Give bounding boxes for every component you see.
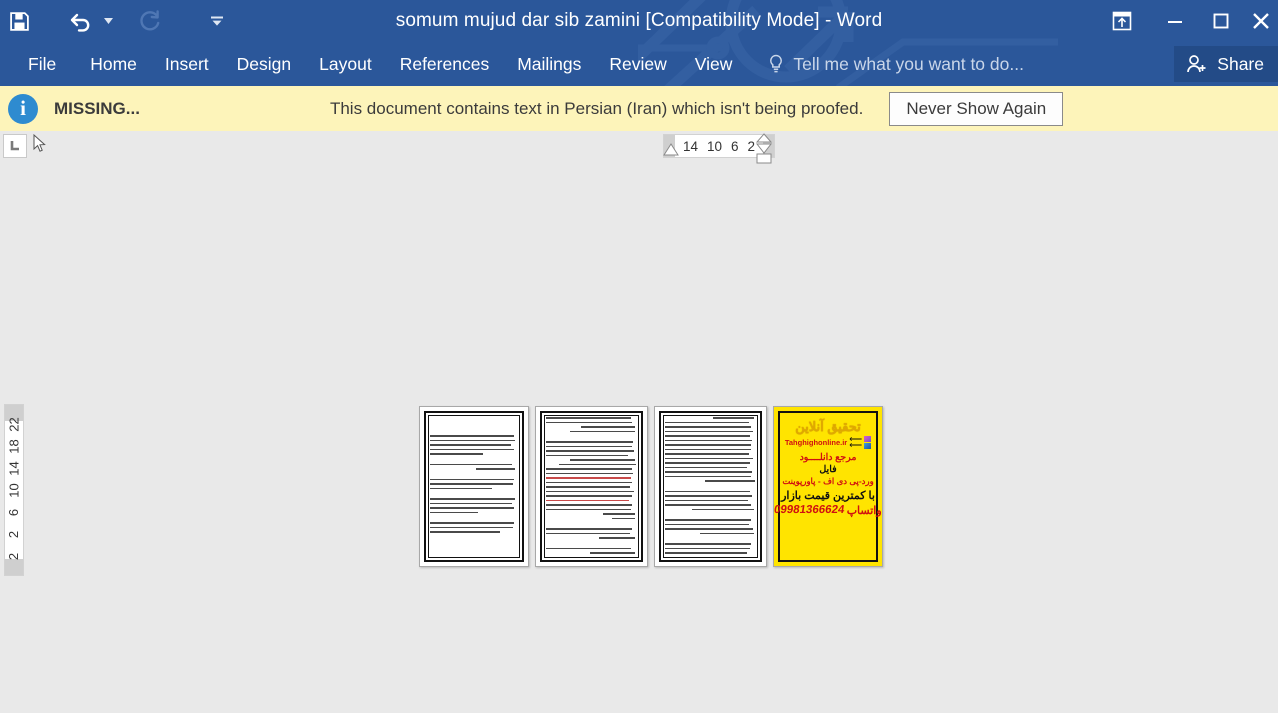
document-page-4[interactable]: تحقیق آنلاین Tahghighonline.ir ⟵ ⟵ مرجع د… <box>773 406 883 567</box>
tell-me-label: Tell me what you want to do... <box>793 53 1024 74</box>
vtick-5: 18 <box>6 438 22 454</box>
right-indent-markers[interactable] <box>755 132 773 166</box>
vtick-6: 22 <box>6 416 22 432</box>
ad-thumbnail-chips <box>864 435 872 449</box>
undo-dropdown-icon[interactable] <box>100 2 116 40</box>
mouse-cursor <box>33 134 46 152</box>
htick-2: 2 <box>747 138 756 154</box>
ribbon-tab-bar: File Home Insert Design Layout Reference… <box>0 42 1278 86</box>
first-line-indent-marker[interactable] <box>663 143 679 157</box>
share-button[interactable]: Share <box>1174 46 1278 82</box>
vtick-2: 6 <box>6 508 22 516</box>
tab-file[interactable]: File <box>0 42 76 86</box>
ad-logo-text: تحقیق آنلاین <box>795 419 861 434</box>
vtick-1: 2 <box>6 530 22 538</box>
word-window: somum mujud dar sib zamini [Compatibilit… <box>0 0 1278 713</box>
vtick-3: 10 <box>6 482 22 498</box>
never-show-again-button[interactable]: Never Show Again <box>889 91 1064 126</box>
minimize-button[interactable] <box>1152 0 1198 42</box>
vtick-0: 2 <box>6 552 22 560</box>
tab-layout[interactable]: Layout <box>305 42 386 86</box>
page-text-2 <box>546 417 637 558</box>
chip-b <box>864 442 872 449</box>
ad-line-2: فایل <box>819 463 837 475</box>
quick-access-toolbar <box>0 0 236 42</box>
info-icon: i <box>8 93 38 124</box>
page-text-1 <box>430 417 518 558</box>
document-canvas[interactable]: تحقیق آنلاین Tahghighonline.ir ⟵ ⟵ مرجع د… <box>0 131 1278 713</box>
window-controls <box>1092 0 1278 42</box>
message-bar: i MISSING... This document contains text… <box>0 86 1278 132</box>
save-icon[interactable] <box>0 2 38 40</box>
tab-home[interactable]: Home <box>76 42 151 86</box>
htick-6: 6 <box>731 138 739 154</box>
ad-line-4: با کمترین قیمت بازار <box>781 489 875 502</box>
tab-mailings[interactable]: Mailings <box>503 42 595 86</box>
message-bar-text: This document contains text in Persian (… <box>329 98 864 118</box>
close-button[interactable] <box>1244 0 1278 42</box>
document-page-1[interactable] <box>419 406 529 567</box>
share-person-icon <box>1187 55 1206 73</box>
tab-design[interactable]: Design <box>223 42 305 86</box>
page-text-3 <box>665 417 756 558</box>
undo-icon[interactable] <box>62 2 100 40</box>
document-page-2[interactable] <box>535 406 648 567</box>
tab-review[interactable]: Review <box>595 42 680 86</box>
lightbulb-icon <box>770 54 783 73</box>
tab-view[interactable]: View <box>681 42 747 86</box>
tell-me-box[interactable]: Tell me what you want to do... <box>768 42 1024 86</box>
vertical-ruler[interactable]: 2 2 6 10 14 18 22 <box>4 404 24 576</box>
redo-icon <box>130 2 168 40</box>
share-label: Share <box>1217 53 1264 74</box>
vertical-ruler-ticks: 2 2 6 10 14 18 22 <box>5 405 23 575</box>
chip-a <box>864 435 872 442</box>
htick-10: 10 <box>706 138 723 154</box>
arrow-left-icon: ⟵ ⟵ <box>849 433 863 451</box>
tab-insert[interactable]: Insert <box>151 42 223 86</box>
tab-references[interactable]: References <box>386 42 504 86</box>
document-page-3[interactable] <box>654 406 767 567</box>
ad-url: Tahghighonline.ir <box>784 437 848 447</box>
ad-line-3: ورد-پی دی اف - پاورپوینت <box>782 475 874 486</box>
ad-contact-row: واتساپ 09981366624 <box>773 504 882 517</box>
message-bar-label: MISSING... <box>54 98 140 118</box>
ad-url-row: Tahghighonline.ir ⟵ ⟵ <box>784 433 872 451</box>
ad-phone-number: 09981366624 <box>773 504 846 517</box>
ad-whatsapp-label: واتساپ <box>846 504 882 517</box>
ad-content: تحقیق آنلاین Tahghighonline.ir ⟵ ⟵ مرجع د… <box>774 414 882 559</box>
tab-stop-selector[interactable] <box>3 134 27 158</box>
ribbon-tabs: File Home Insert Design Layout Reference… <box>0 42 1024 86</box>
ribbon-display-options-icon[interactable] <box>1092 0 1152 42</box>
page-thumbnails: تحقیق آنلاین Tahghighonline.ir ⟵ ⟵ مرجع د… <box>419 406 883 567</box>
vtick-4: 14 <box>6 460 22 476</box>
maximize-restore-button[interactable] <box>1198 0 1244 42</box>
title-bar: somum mujud dar sib zamini [Compatibilit… <box>0 0 1278 42</box>
htick-14: 14 <box>682 138 698 154</box>
ad-line-1: مرجع دانلــــود <box>799 451 857 463</box>
customize-qat-icon[interactable] <box>198 2 236 40</box>
